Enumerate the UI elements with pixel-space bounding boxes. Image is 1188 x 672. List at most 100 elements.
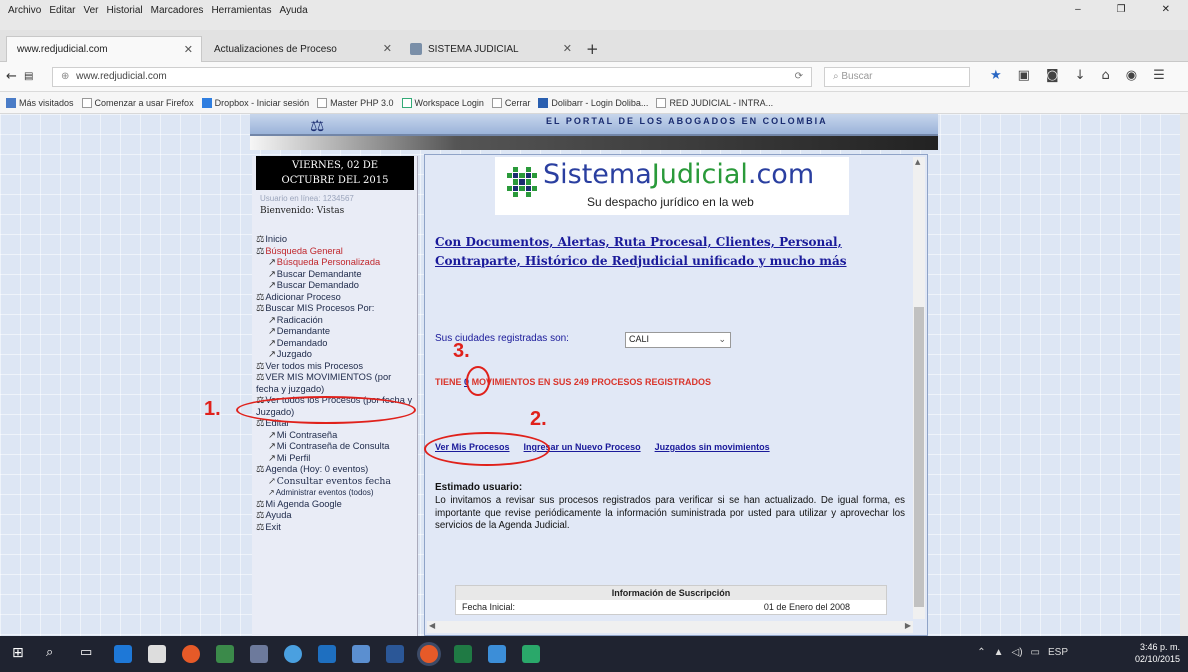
- sidebar-item-label: Mi Agenda Google: [265, 498, 342, 509]
- juzgados-sin-movimientos-link[interactable]: Juzgados sin movimientos: [655, 442, 770, 452]
- network-icon[interactable]: ▲: [994, 647, 1004, 658]
- scroll-thumb[interactable]: [914, 307, 924, 607]
- app-icon[interactable]: [522, 645, 540, 663]
- sidebar-item-ver-mis-movimientos[interactable]: ⚖VER MIS MOVIMIENTOS (por fecha y juzgad…: [256, 372, 416, 395]
- scroll-up-icon[interactable]: ▲: [915, 158, 920, 166]
- sidebar-item-inicio[interactable]: ⚖Inicio: [256, 234, 416, 246]
- menu-marcadores[interactable]: Marcadores: [151, 5, 204, 16]
- sidebar-item-adicionar-proceso[interactable]: ⚖Adicionar Proceso: [256, 292, 416, 304]
- excel-icon[interactable]: [454, 645, 472, 663]
- search-icon[interactable]: ⌕: [46, 645, 64, 663]
- reading-list-icon[interactable]: ▣: [1018, 68, 1030, 83]
- bookmark-item[interactable]: Más visitados: [6, 96, 74, 109]
- inner-vertical-scrollbar[interactable]: ▲: [913, 157, 925, 619]
- sidebar-item-buscar-demandante[interactable]: ↗Buscar Demandante: [256, 269, 416, 281]
- store-icon[interactable]: [148, 645, 166, 663]
- clock[interactable]: 3:46 p. m. 02/10/2015: [1135, 641, 1180, 665]
- bookmark-item[interactable]: RED JUDICIAL - INTRA...: [656, 96, 773, 109]
- search-input[interactable]: ⌕ Buscar: [824, 67, 970, 87]
- folder-icon[interactable]: [352, 645, 370, 663]
- word-icon[interactable]: [386, 645, 404, 663]
- sidebar-item-busqueda-personalizada[interactable]: ↗Búsqueda Personalizada: [256, 257, 416, 269]
- bookmark-star-icon[interactable]: ★: [990, 68, 1002, 83]
- app-icon[interactable]: [284, 645, 302, 663]
- inner-horizontal-scrollbar[interactable]: ◀ ▶: [427, 621, 913, 633]
- date-box: VIERNES, 02 DE OCTUBRE DEL 2015: [256, 156, 414, 190]
- sidebar-item-administrar-eventos[interactable]: ↗Administrar eventos (todos): [256, 487, 416, 499]
- tray-chevron-icon[interactable]: ⌃: [977, 647, 985, 658]
- sidebar-item-ver-todos-mis-procesos[interactable]: ⚖Ver todos mis Procesos: [256, 361, 416, 373]
- sistema-judicial-mark-icon: [507, 167, 537, 197]
- scroll-left-icon[interactable]: ◀: [429, 621, 435, 630]
- close-tab-icon[interactable]: ✕: [184, 43, 193, 56]
- home-icon[interactable]: ⌂: [1101, 68, 1109, 83]
- bookmark-item[interactable]: Master PHP 3.0: [317, 96, 394, 109]
- bookmark-item[interactable]: Workspace Login: [401, 96, 484, 109]
- page-scrollbar[interactable]: [1180, 114, 1188, 636]
- sistema-judicial-logo[interactable]: SistemaJudicial.com Su despacho jurídico…: [495, 157, 849, 215]
- sidebar-item-radicacion[interactable]: ↗Radicación: [256, 315, 416, 327]
- language-indicator[interactable]: ESP: [1048, 647, 1068, 658]
- bookmark-item[interactable]: Cerrar: [491, 96, 530, 109]
- sidebar-item-agenda[interactable]: ⚖Agenda (Hoy: 0 eventos): [256, 464, 416, 476]
- bookmark-icon: [491, 97, 502, 108]
- bookmark-item[interactable]: Comenzar a usar Firefox: [81, 96, 194, 109]
- ie-icon[interactable]: [488, 645, 506, 663]
- sidebar-item-buscar-demandado[interactable]: ↗Buscar Demandado: [256, 280, 416, 292]
- annotation-1: 1.: [204, 398, 221, 420]
- windows-start-icon[interactable]: ⊞: [12, 645, 30, 663]
- task-view-icon[interactable]: ▭: [80, 645, 98, 663]
- firefox-active-icon[interactable]: [420, 645, 438, 663]
- new-tab-icon[interactable]: +: [586, 40, 599, 58]
- scroll-right-icon[interactable]: ▶: [905, 621, 911, 630]
- city-select[interactable]: CALI ⌄: [625, 332, 731, 348]
- page-info-icon[interactable]: ▤: [24, 71, 33, 82]
- menu-ver[interactable]: Ver: [83, 5, 98, 16]
- sidebar-item-ayuda[interactable]: ⚖Ayuda: [256, 510, 416, 522]
- main-panel: SistemaJudicial.com Su despacho jurídico…: [424, 154, 928, 636]
- menu-herramientas[interactable]: Herramientas: [211, 5, 271, 16]
- menu-archivo[interactable]: Archivo: [8, 5, 41, 16]
- outlook-icon[interactable]: [318, 645, 336, 663]
- tab-actualizaciones[interactable]: Actualizaciones de Proceso ✕: [204, 36, 400, 62]
- chat-icon[interactable]: ◉: [1126, 68, 1137, 83]
- back-arrow-icon[interactable]: ←: [6, 69, 17, 84]
- sidebar-item-juzgado[interactable]: ↗Juzgado: [256, 349, 416, 361]
- bookmark-item[interactable]: Dolibarr - Login Doliba...: [538, 96, 648, 109]
- notice-body: Lo invitamos a revisar sus procesos regi…: [435, 495, 905, 531]
- edge-icon[interactable]: [114, 645, 132, 663]
- close-icon[interactable]: ✕: [1162, 4, 1170, 15]
- tab-sistema-judicial[interactable]: SISTEMA JUDICIAL ✕: [400, 36, 580, 62]
- sidebar-item-label: Radicación: [276, 314, 323, 325]
- url-bar[interactable]: ⊕ www.redjudicial.com ⟳: [52, 67, 812, 87]
- volume-icon[interactable]: ◁): [1012, 647, 1023, 658]
- sidebar-item-demandado[interactable]: ↗Demandado: [256, 338, 416, 350]
- firefox-icon[interactable]: [182, 645, 200, 663]
- sidebar-item-mi-contrasena-consulta[interactable]: ↗Mi Contraseña de Consulta: [256, 441, 416, 453]
- sidebar-item-mi-contrasena[interactable]: ↗Mi Contraseña: [256, 430, 416, 442]
- sidebar-item-mi-perfil[interactable]: ↗Mi Perfil: [256, 453, 416, 465]
- app-icon[interactable]: [216, 645, 234, 663]
- sidebar-item-busqueda-general[interactable]: ⚖Búsqueda General: [256, 246, 416, 258]
- download-icon[interactable]: ↓: [1075, 68, 1086, 83]
- reload-icon[interactable]: ⟳: [795, 71, 803, 82]
- menu-historial[interactable]: Historial: [107, 5, 143, 16]
- sidebar-item-mi-agenda-google[interactable]: ⚖Mi Agenda Google: [256, 499, 416, 511]
- hamburger-menu-icon[interactable]: ☰: [1153, 68, 1165, 83]
- minimize-icon[interactable]: –: [1075, 4, 1081, 15]
- pocket-icon[interactable]: ◙: [1046, 68, 1059, 83]
- menu-editar[interactable]: Editar: [49, 5, 75, 16]
- php-icon[interactable]: [250, 645, 268, 663]
- sidebar-item-demandante[interactable]: ↗Demandante: [256, 326, 416, 338]
- menu-ayuda[interactable]: Ayuda: [279, 5, 307, 16]
- close-tab-icon[interactable]: ✕: [563, 42, 572, 55]
- sidebar-item-buscar-mis-procesos[interactable]: ⚖Buscar MIS Procesos Por:: [256, 303, 416, 315]
- promo-link[interactable]: Con Documentos, Alertas, Ruta Procesal, …: [435, 233, 885, 271]
- sidebar-item-consultar-eventos[interactable]: ↗Consultar eventos fecha: [256, 476, 416, 488]
- keyboard-icon[interactable]: ▭: [1031, 647, 1040, 658]
- sidebar-item-exit[interactable]: ⚖Exit: [256, 522, 416, 534]
- close-tab-icon[interactable]: ✕: [383, 42, 392, 55]
- tab-redjudicial[interactable]: www.redjudicial.com ✕: [6, 36, 202, 62]
- bookmark-item[interactable]: Dropbox - Iniciar sesión: [201, 96, 309, 109]
- restore-icon[interactable]: ❐: [1117, 4, 1126, 15]
